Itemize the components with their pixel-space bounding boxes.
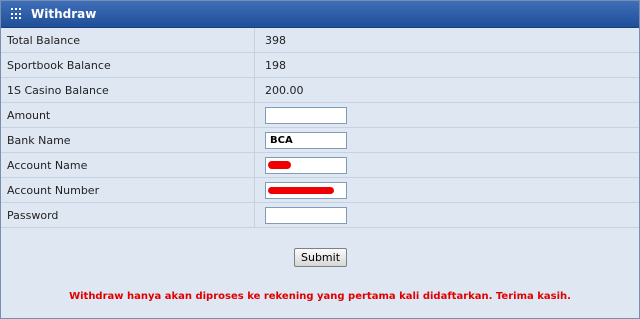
- row-total-balance: Total Balance 398: [1, 28, 639, 53]
- redaction-mark: [268, 160, 291, 169]
- row-amount: Amount: [1, 103, 639, 128]
- amount-input[interactable]: [265, 106, 347, 124]
- casino-balance-value: 200.00: [265, 83, 304, 97]
- total-balance-label: Total Balance: [1, 28, 255, 52]
- total-balance-value: 398: [265, 33, 286, 47]
- row-account-name: Account Name: [1, 153, 639, 178]
- password-label: Password: [1, 203, 255, 227]
- row-account-number: Account Number: [1, 178, 639, 203]
- bank-name-label: Bank Name: [1, 128, 255, 152]
- withdraw-notice: Withdraw hanya akan diproses ke rekening…: [69, 291, 571, 302]
- casino-balance-label: 1S Casino Balance: [1, 78, 255, 102]
- account-number-label: Account Number: [1, 178, 255, 202]
- grid-icon: [11, 8, 23, 20]
- withdraw-panel: Withdraw Total Balance 398 Sportbook Bal…: [0, 0, 640, 319]
- submit-button[interactable]: Submit: [294, 248, 347, 267]
- row-sportbook-balance: Sportbook Balance 198: [1, 53, 639, 78]
- amount-label: Amount: [1, 103, 255, 127]
- panel-title: Withdraw: [31, 7, 97, 21]
- password-input[interactable]: [265, 206, 347, 224]
- row-casino-balance: 1S Casino Balance 200.00: [1, 78, 639, 103]
- sportbook-balance-value: 198: [265, 58, 286, 72]
- panel-header: Withdraw: [1, 1, 639, 28]
- account-name-label: Account Name: [1, 153, 255, 177]
- row-bank-name: Bank Name: [1, 128, 639, 153]
- form-footer: Submit Withdraw hanya akan diproses ke r…: [1, 236, 639, 318]
- row-password: Password: [1, 203, 639, 228]
- bank-name-input[interactable]: [265, 131, 347, 149]
- redaction-mark: [268, 186, 334, 194]
- sportbook-balance-label: Sportbook Balance: [1, 53, 255, 77]
